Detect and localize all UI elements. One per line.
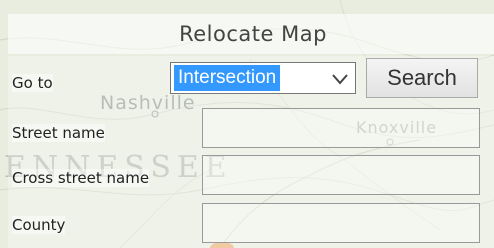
- goto-select[interactable]: Intersection: [170, 62, 356, 94]
- county-label: County: [12, 216, 66, 234]
- street-name-label: Street name: [12, 124, 105, 142]
- search-button[interactable]: Search: [366, 58, 478, 98]
- county-input[interactable]: [202, 203, 480, 243]
- goto-label: Go to: [12, 74, 53, 92]
- cross-street-label: Cross street name: [12, 169, 150, 187]
- cross-street-input[interactable]: [202, 155, 480, 195]
- chevron-down-icon: [332, 74, 348, 85]
- street-name-input[interactable]: [202, 108, 480, 148]
- goto-select-value: Intersection: [174, 65, 281, 91]
- panel-title: Relocate Map: [8, 14, 494, 54]
